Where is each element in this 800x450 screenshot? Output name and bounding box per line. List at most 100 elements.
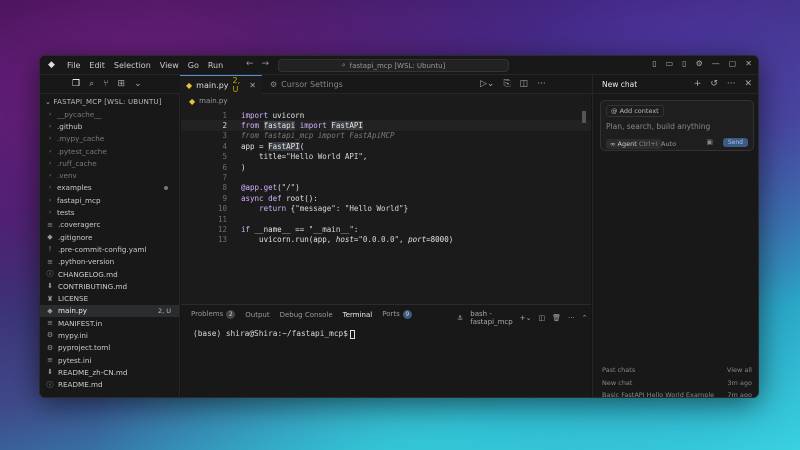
tree-item[interactable]: › __pycache__ xyxy=(40,108,179,120)
tab-ports[interactable]: Ports 9 xyxy=(382,310,412,319)
add-terminal-icon[interactable]: +⌄ xyxy=(520,314,532,322)
tree-item[interactable]: › .venv xyxy=(40,169,179,181)
tree-item[interactable]: ⓘ README.md xyxy=(40,379,179,391)
new-chat-icon[interactable]: + xyxy=(694,79,702,89)
add-context-button[interactable]: @ Add context xyxy=(606,105,664,117)
more-icon[interactable]: ··· xyxy=(568,314,575,322)
tree-item[interactable]: › .ruff_cache xyxy=(40,157,179,169)
diff-icon[interactable]: ⎘ xyxy=(503,79,510,89)
layout-panel-icon[interactable]: ▭ xyxy=(666,59,674,68)
layout-sidebar-icon[interactable]: ▯ xyxy=(652,59,656,68)
breadcrumb-file[interactable]: main.py xyxy=(199,97,227,106)
tree-item[interactable]: ◆ .gitignore xyxy=(40,231,179,243)
editor-scrollbar[interactable] xyxy=(582,111,586,123)
close-icon[interactable]: ✕ xyxy=(745,59,752,68)
tree-item-label: .mypy_cache xyxy=(57,134,105,144)
past-chat-title: Basic FastAPI Hello World Example xyxy=(602,391,715,398)
image-icon[interactable]: ▣ xyxy=(706,138,713,146)
tree-item[interactable]: ≡ pytest.ini xyxy=(40,354,179,366)
menu-view[interactable]: View xyxy=(160,61,179,70)
tree-item-label: CONTRIBUTING.md xyxy=(58,281,128,291)
view-all-link[interactable]: View all xyxy=(727,366,752,374)
nav-arrows-icon[interactable]: ←→ xyxy=(246,59,277,69)
settings-gear-icon[interactable]: ⚙ xyxy=(696,59,703,68)
tree-item[interactable]: ♜ LICENSE xyxy=(40,292,179,304)
tree-item[interactable]: ≡ .python-version xyxy=(40,256,179,268)
code-line[interactable]: 7 xyxy=(181,172,591,182)
tree-item[interactable]: ≡ .coveragerc xyxy=(40,219,179,231)
chat-composer[interactable]: @ Add context Plan, search, build anythi… xyxy=(600,100,754,151)
past-chat-item[interactable]: Basic FastAPI Hello World Example 7m ago xyxy=(602,389,752,398)
tree-item[interactable]: › .mypy_cache xyxy=(40,133,179,145)
past-chat-item[interactable]: New chat 3m ago xyxy=(602,377,752,390)
explorer-icon[interactable]: ❐ xyxy=(72,79,80,89)
tree-item[interactable]: ◆ main.py 2, U xyxy=(40,304,179,318)
tab-close-icon[interactable]: ✕ xyxy=(249,81,256,90)
tree-item[interactable]: ! .pre-commit-config.yaml xyxy=(40,243,179,255)
past-chats-label[interactable]: Past chats xyxy=(602,366,635,374)
more-icon[interactable]: ··· xyxy=(537,79,546,89)
tree-item[interactable]: › fastapi_mcp xyxy=(40,194,179,206)
maximize-panel-icon[interactable]: ⌃ xyxy=(582,314,588,322)
split-editor-icon[interactable]: ◫ xyxy=(520,79,529,89)
tree-item[interactable]: ⚙ pyproject.toml xyxy=(40,342,179,354)
code-line[interactable]: 3 from fastapi_mcp import FastApiMCP xyxy=(181,131,591,141)
close-icon[interactable]: ✕ xyxy=(744,79,752,89)
command-search[interactable]: ⌕ fastapi_mcp [WSL: Ubuntu] xyxy=(278,59,509,72)
run-icon[interactable]: ▷⌄ xyxy=(480,79,494,89)
menu-run[interactable]: Run xyxy=(208,61,223,70)
code-line[interactable]: 9 async def root(): xyxy=(181,193,591,203)
tree-item[interactable]: ≡ MANIFEST.in xyxy=(40,317,179,329)
tab-terminal[interactable]: Terminal xyxy=(343,311,373,319)
more-icon[interactable]: ··· xyxy=(727,79,736,89)
maximize-icon[interactable]: ▢ xyxy=(729,59,737,68)
tree-item[interactable]: › .pytest_cache xyxy=(40,145,179,157)
tree-item[interactable]: › .github xyxy=(40,120,179,132)
code-line[interactable]: 5 title="Hello World API", xyxy=(181,152,591,162)
code-lines[interactable]: 1 import uvicorn 2 from fastapi import Fast… xyxy=(181,110,591,245)
terminal-output[interactable]: (base) shira@Shira:~/fastapi_mcp$ xyxy=(193,329,355,339)
menu-file[interactable]: File xyxy=(67,61,80,70)
source-control-icon[interactable]: ⑂ xyxy=(103,79,108,89)
code-line[interactable]: 12 if __name__ == "__main__": xyxy=(181,224,591,234)
tab-main-py[interactable]: ◆ main.py 2, U ✕ xyxy=(180,75,262,94)
mode-selector[interactable]: ∞ Agent Ctrl+I xyxy=(606,139,662,149)
tab-debug-console[interactable]: Debug Console xyxy=(280,311,333,319)
split-terminal-icon[interactable]: ◫ xyxy=(538,314,545,322)
code-line[interactable]: 13 uvicorn.run(app, host="0.0.0.0", port… xyxy=(181,235,591,245)
code-line[interactable]: 10 return {"message": "Hello World"} xyxy=(181,204,591,214)
code-line[interactable]: 11 xyxy=(181,214,591,224)
search-view-icon[interactable]: ⌕ xyxy=(89,79,94,89)
tree-item[interactable]: › examples xyxy=(40,182,179,194)
code-line[interactable]: 1 import uvicorn xyxy=(181,110,591,120)
chat-input[interactable]: Plan, search, build anything xyxy=(606,122,710,131)
code-text: if __name__ == "__main__": xyxy=(241,224,359,234)
tree-item[interactable]: › tests xyxy=(40,206,179,218)
chat-header: New chat + ↺ ··· ✕ xyxy=(593,75,758,94)
terminal-shell-label[interactable]: bash - fastapi_mcp xyxy=(470,310,512,326)
tab-problems[interactable]: Problems 2 xyxy=(191,310,236,319)
history-icon[interactable]: ↺ xyxy=(710,79,718,89)
trash-icon[interactable]: 🗑 xyxy=(552,314,561,322)
minimize-icon[interactable]: — xyxy=(712,59,720,68)
file-icon: ◆ xyxy=(47,233,53,242)
chevron-down-icon[interactable]: ⌄ xyxy=(134,79,142,89)
menu-selection[interactable]: Selection xyxy=(114,61,151,70)
tree-item[interactable]: ⬇ README_zh-CN.md xyxy=(40,366,179,378)
send-button[interactable]: Send xyxy=(722,138,748,147)
extensions-icon[interactable]: ⊞ xyxy=(118,79,126,89)
tab-cursor-settings[interactable]: ⚙ Cursor Settings xyxy=(264,75,349,94)
model-selector[interactable]: Auto xyxy=(661,140,676,148)
layout-secondary-icon[interactable]: ▯ xyxy=(682,59,686,68)
code-line[interactable]: 2 from fastapi import FastAPI xyxy=(181,120,591,131)
tab-output[interactable]: Output xyxy=(245,311,269,319)
code-line[interactable]: 6) xyxy=(181,162,591,172)
tree-item[interactable]: ⚙ mypy.ini xyxy=(40,329,179,341)
menu-edit[interactable]: Edit xyxy=(89,61,105,70)
tree-item[interactable]: ⬇ CONTRIBUTING.md xyxy=(40,280,179,292)
chevron-down-icon[interactable]: ⌄ xyxy=(45,98,54,106)
code-line[interactable]: 8 @app.get("/") xyxy=(181,183,591,193)
menu-go[interactable]: Go xyxy=(188,61,199,70)
tree-item[interactable]: ⓘ CHANGELOG.md xyxy=(40,268,179,280)
code-line[interactable]: 4 app = FastAPI( xyxy=(181,141,591,151)
